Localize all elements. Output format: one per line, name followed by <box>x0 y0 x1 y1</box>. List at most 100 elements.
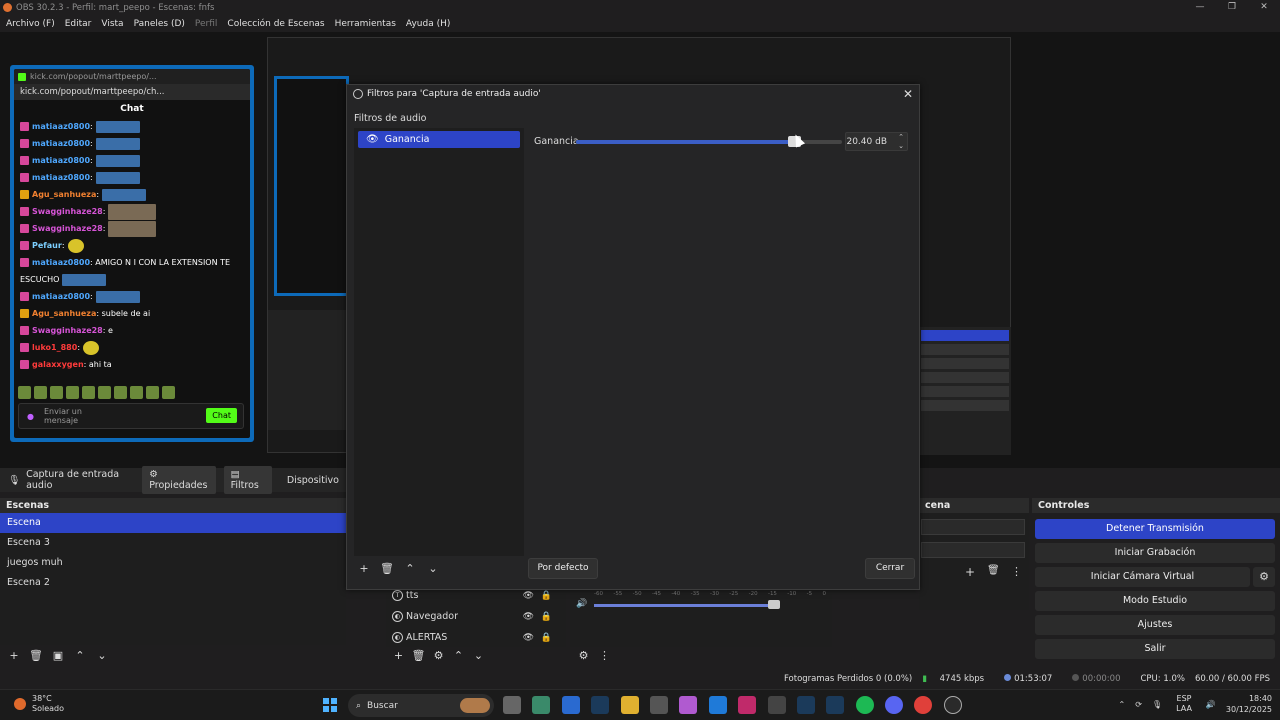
transition-menu-icon[interactable]: ⋮ <box>1011 565 1022 578</box>
mic-icon[interactable]: ● <box>27 412 34 421</box>
emote-icon[interactable] <box>18 386 31 399</box>
file-explorer-icon[interactable] <box>620 696 639 714</box>
move-down-icon[interactable]: ⌄ <box>471 649 486 662</box>
emote-icon[interactable] <box>98 386 111 399</box>
lock-icon[interactable]: 🔒 <box>541 591 552 601</box>
visibility-icon[interactable]: 👁 <box>366 134 379 145</box>
store-icon[interactable] <box>649 696 668 714</box>
chat-username[interactable]: luko1_880 <box>32 343 77 352</box>
obs-icon[interactable] <box>943 696 962 714</box>
delete-filter-icon[interactable]: 🗑 <box>378 560 396 578</box>
maximize-icon[interactable]: ❐ <box>1216 0 1248 15</box>
virtual-camera-settings-icon[interactable]: ⚙ <box>1253 567 1275 587</box>
menu-ayuda[interactable]: Ayuda (H) <box>406 19 450 29</box>
steam-icon[interactable] <box>826 696 845 714</box>
lock-icon[interactable]: 🔒 <box>541 633 552 643</box>
delete-transition-icon[interactable]: 🗑 <box>987 565 1000 576</box>
move-up-icon[interactable]: ⌃ <box>72 649 88 662</box>
chat-username[interactable]: Swagginhaze28 <box>32 326 103 335</box>
network-icon[interactable]: ⟳ <box>1135 700 1142 709</box>
chat-username[interactable]: matiaaz0800 <box>32 292 90 301</box>
settings-button[interactable]: Ajustes <box>1035 615 1275 635</box>
chat-username[interactable]: matiaaz0800 <box>32 156 90 165</box>
steam-icon[interactable] <box>796 696 815 714</box>
delete-source-icon[interactable]: 🗑 <box>411 649 426 662</box>
emote-icon[interactable] <box>50 386 63 399</box>
visibility-icon[interactable]: 👁 <box>523 591 534 601</box>
chat-username[interactable]: galaxxygen <box>32 360 84 369</box>
emote-icon[interactable] <box>114 386 127 399</box>
chat-send-button[interactable]: Chat <box>206 408 237 423</box>
close-icon[interactable]: ✕ <box>903 87 913 101</box>
menu-editar[interactable]: Editar <box>65 19 92 29</box>
close-button[interactable]: Cerrar <box>865 558 915 579</box>
transition-select[interactable] <box>921 519 1025 535</box>
mic-tray-icon[interactable]: 🎙 <box>1152 700 1162 709</box>
add-source-icon[interactable]: + <box>391 649 406 662</box>
weather-widget[interactable]: 38°C Soleado <box>14 694 64 714</box>
app-icon[interactable] <box>738 696 757 714</box>
source-item[interactable]: ◐ Navegador 👁 🔒 <box>386 606 566 627</box>
chat-username[interactable]: matiaaz0800 <box>32 258 90 267</box>
menu-vista[interactable]: Vista <box>101 19 123 29</box>
start-virtual-camera-button[interactable]: Iniciar Cámara Virtual <box>1035 567 1250 587</box>
move-up-icon[interactable]: ⌃ <box>401 560 419 578</box>
studio-mode-button[interactable]: Modo Estudio <box>1035 591 1275 611</box>
steam-icon[interactable] <box>591 696 610 714</box>
chat-username[interactable]: ESCUCHO <box>20 275 59 284</box>
tray-arrow-icon[interactable]: ⌃ <box>1119 700 1126 709</box>
menu-paneles[interactable]: Paneles (D) <box>134 19 185 29</box>
close-icon[interactable]: ✕ <box>1248 0 1280 15</box>
chat-username[interactable]: Agu_sanhueza <box>32 190 96 199</box>
app-icon[interactable] <box>767 696 786 714</box>
emote-icon[interactable] <box>162 386 175 399</box>
scene-item[interactable]: Escena <box>0 513 346 533</box>
chat-username[interactable]: Pefaur <box>32 241 62 250</box>
volume-track[interactable] <box>594 604 774 607</box>
speaker-icon[interactable]: 🔊 <box>576 599 587 609</box>
clock[interactable]: 18:40 30/12/2025 <box>1226 693 1272 715</box>
visibility-icon[interactable]: 👁 <box>523 612 534 622</box>
taskbar-search[interactable]: ⌕ Buscar <box>348 694 494 717</box>
move-up-icon[interactable]: ⌃ <box>451 649 466 662</box>
volume-icon[interactable]: 🔊 <box>1206 700 1216 709</box>
copilot-icon[interactable] <box>679 696 698 714</box>
chat-username[interactable]: Agu_sanhueza <box>32 309 96 318</box>
start-recording-button[interactable]: Iniciar Grabación <box>1035 543 1275 563</box>
lock-icon[interactable]: 🔒 <box>541 612 552 622</box>
source-settings-icon[interactable]: ⚙ <box>431 649 446 662</box>
filters-button[interactable]: ▤ Filtros <box>223 466 272 494</box>
move-down-icon[interactable]: ⌄ <box>94 649 110 662</box>
spotify-icon[interactable] <box>855 696 874 714</box>
scene-item[interactable]: Escena 3 <box>0 533 346 553</box>
windows-start-icon[interactable] <box>323 698 337 712</box>
chat-username[interactable]: Swagginhaze28 <box>32 224 103 233</box>
scene-item[interactable]: Escena 2 <box>0 573 346 593</box>
language-indicator[interactable]: ESP LAA <box>1176 694 1192 714</box>
edge-icon[interactable] <box>708 696 727 714</box>
filter-scene-icon[interactable]: ▣ <box>50 649 66 662</box>
minimize-icon[interactable]: — <box>1184 0 1216 15</box>
add-transition-icon[interactable]: + <box>965 565 975 579</box>
move-down-icon[interactable]: ⌄ <box>424 560 442 578</box>
mixer-menu-icon[interactable]: ⋮ <box>597 649 612 662</box>
chat-username[interactable]: matiaaz0800 <box>32 173 90 182</box>
delete-scene-icon[interactable]: 🗑 <box>28 649 44 662</box>
emote-icon[interactable] <box>66 386 79 399</box>
emote-icon[interactable] <box>34 386 47 399</box>
discord-icon[interactable] <box>885 696 904 714</box>
menu-perfil[interactable]: Perfil <box>195 19 218 29</box>
chat-address-bar[interactable]: kick.com/popout/marttpeepo/ch... <box>14 84 250 100</box>
emote-icon[interactable] <box>130 386 143 399</box>
chat-input[interactable]: ● Enviar un mensaje Chat <box>18 403 244 429</box>
device-label[interactable]: Dispositivo <box>280 472 346 489</box>
menu-archivo[interactable]: Archivo (F) <box>6 19 55 29</box>
gain-spinbox[interactable]: 20.40 dB ⌃ ⌄ <box>845 132 908 151</box>
spin-arrows-icon[interactable]: ⌃ ⌄ <box>898 133 904 151</box>
add-scene-icon[interactable]: + <box>6 649 22 662</box>
emote-icon[interactable] <box>82 386 95 399</box>
menu-herramientas[interactable]: Herramientas <box>335 19 396 29</box>
chat-username[interactable]: Swagginhaze28 <box>32 207 103 216</box>
chat-username[interactable]: matiaaz0800 <box>32 122 90 131</box>
add-filter-icon[interactable]: + <box>355 560 373 578</box>
